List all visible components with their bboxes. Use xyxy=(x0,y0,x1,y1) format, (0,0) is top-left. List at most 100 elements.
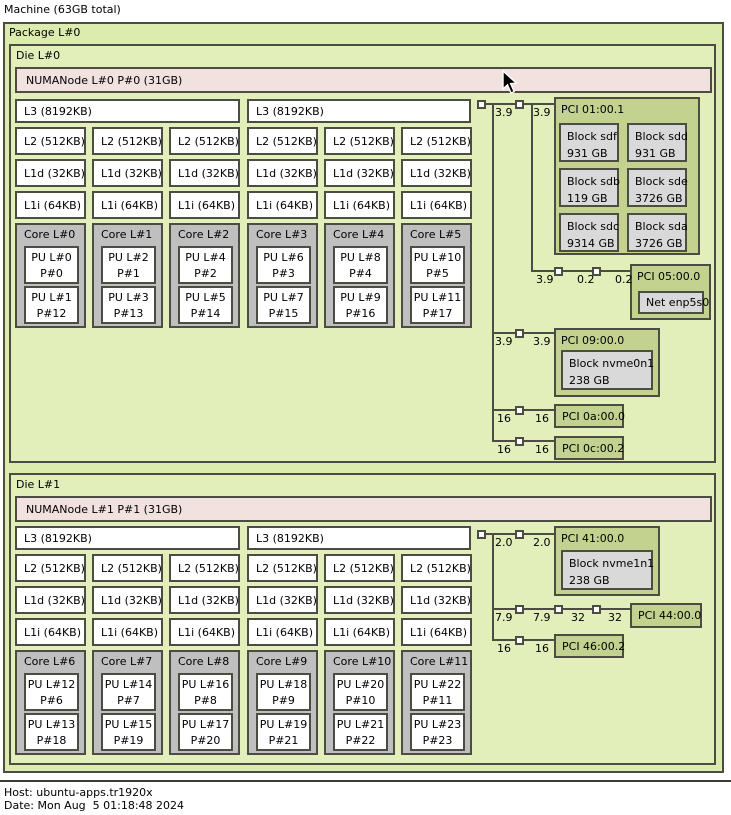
pu-p-label: P#19 xyxy=(113,734,144,747)
l1i-cache-label: L1i (64KB) xyxy=(410,198,468,212)
pu-box: PU L#4 P#2 xyxy=(178,246,233,284)
l2-cache-box: L2 (512KB) xyxy=(92,554,163,582)
l1i-cache-box: L1i (64KB) xyxy=(92,191,163,219)
l1i-cache-box: L1i (64KB) xyxy=(247,191,318,219)
l3-cache-box: L3 (8192KB) xyxy=(247,526,471,550)
l1d-cache-label: L1d (32KB) xyxy=(256,166,317,180)
link-speed-label: 32 xyxy=(608,611,622,624)
l2-cache-box: L2 (512KB) xyxy=(324,554,395,582)
pu-l-label: PU L#5 xyxy=(185,291,226,304)
pu-l-label: PU L#0 xyxy=(31,251,72,264)
l1i-cache-box: L1i (64KB) xyxy=(15,191,86,219)
block-size: 238 GB xyxy=(569,374,610,387)
core-box: Core L#2 PU L#4 P#2 PU L#5 P#14 xyxy=(169,223,240,328)
l1d-cache-label: L1d (32KB) xyxy=(410,166,471,180)
l2-cache-box: L2 (512KB) xyxy=(169,554,240,582)
pci-device-box: PCI 0a:00.0 xyxy=(554,404,625,428)
pu-l-label: PU L#10 xyxy=(413,251,462,264)
core-label: Core L#2 xyxy=(178,228,230,241)
net-device-box: Net enp5s0 xyxy=(638,291,709,314)
block-device-box: Block sdd 931 GB xyxy=(627,123,688,162)
l2-cache-box: L2 (512KB) xyxy=(401,127,472,155)
pu-l-label: PU L#3 xyxy=(108,291,149,304)
pu-l-label: PU L#21 xyxy=(336,718,385,731)
l1d-cache-box: L1d (32KB) xyxy=(247,586,318,614)
core-box: Core L#0 PU L#0 P#0 PU L#1 P#12 xyxy=(15,223,86,328)
pu-l-label: PU L#22 xyxy=(413,678,462,691)
block-device-box: Block sde 3726 GB xyxy=(627,168,688,207)
block-name: Block nvme1n1 xyxy=(569,557,655,570)
core-label: Core L#5 xyxy=(410,228,462,241)
bridge-square xyxy=(515,636,524,645)
pu-p-label: P#2 xyxy=(194,267,217,280)
pci-device-box: PCI 09:00.0 Block nvme0n1 238 GB xyxy=(554,328,660,397)
l2-cache-box: L2 (512KB) xyxy=(15,127,86,155)
host-label: Host: ubuntu-apps.tr1920x xyxy=(4,786,153,799)
pu-box: PU L#5 P#14 xyxy=(178,286,233,324)
pu-l-label: PU L#19 xyxy=(259,718,308,731)
l3-cache-label: L3 (8192KB) xyxy=(24,104,92,118)
l1i-cache-label: L1i (64KB) xyxy=(24,198,82,212)
l1i-cache-box: L1i (64KB) xyxy=(401,191,472,219)
block-device-box: Block sda 3726 GB xyxy=(627,213,688,252)
pu-box: PU L#22 P#11 xyxy=(410,673,465,711)
link-speed-label: 2.0 xyxy=(533,536,551,549)
pu-p-label: P#12 xyxy=(36,307,67,320)
bridge-square xyxy=(477,100,486,109)
pci-link-line xyxy=(531,104,533,272)
block-name: Block sda xyxy=(635,220,688,233)
link-speed-label: 0.2 xyxy=(615,273,633,286)
pci-device-label: PCI 01:00.1 xyxy=(561,103,625,116)
pu-l-label: PU L#7 xyxy=(263,291,304,304)
pu-box: PU L#2 P#1 xyxy=(101,246,156,284)
l3-cache-box: L3 (8192KB) xyxy=(247,99,471,123)
pu-l-label: PU L#18 xyxy=(259,678,308,691)
l1d-cache-box: L1d (32KB) xyxy=(92,586,163,614)
pu-box: PU L#16 P#8 xyxy=(178,673,233,711)
pu-box: PU L#17 P#20 xyxy=(178,713,233,751)
l2-cache-box: L2 (512KB) xyxy=(247,127,318,155)
l1d-cache-label: L1d (32KB) xyxy=(410,593,471,607)
link-speed-label: 16 xyxy=(535,412,549,425)
l3-cache-label: L3 (8192KB) xyxy=(256,531,324,545)
link-speed-label: 7.9 xyxy=(495,611,513,624)
l1d-cache-label: L1d (32KB) xyxy=(256,593,317,607)
link-speed-label: 7.9 xyxy=(533,611,551,624)
core-label: Core L#9 xyxy=(256,655,308,668)
block-name: Block sdf xyxy=(567,130,617,143)
pu-l-label: PU L#6 xyxy=(263,251,304,264)
die-box-1: Die L#1 NUMANode L#1 P#1 (31GB) L3 (8192… xyxy=(9,473,716,765)
core-label: Core L#4 xyxy=(333,228,385,241)
l1d-cache-box: L1d (32KB) xyxy=(324,159,395,187)
pci-device-label: PCI 44:00.0 xyxy=(638,609,702,622)
l1d-cache-label: L1d (32KB) xyxy=(333,593,394,607)
pu-box: PU L#12 P#6 xyxy=(24,673,79,711)
numanode-label: NUMANode L#1 P#1 (31GB) xyxy=(26,502,183,516)
pu-p-label: P#7 xyxy=(117,694,140,707)
block-size: 9314 GB xyxy=(567,237,615,250)
core-box: Core L#7 PU L#14 P#7 PU L#15 P#19 xyxy=(92,650,163,755)
package-label: Package L#0 xyxy=(9,26,81,39)
core-box: Core L#1 PU L#2 P#1 PU L#3 P#13 xyxy=(92,223,163,328)
l2-cache-label: L2 (512KB) xyxy=(333,561,394,575)
l1i-cache-label: L1i (64KB) xyxy=(178,198,236,212)
pu-p-label: P#20 xyxy=(190,734,221,747)
block-device-box: Block nvme1n1 238 GB xyxy=(561,550,655,590)
l1i-cache-label: L1i (64KB) xyxy=(101,625,159,639)
l2-cache-box: L2 (512KB) xyxy=(169,127,240,155)
pci-device-label: PCI 46:00.2 xyxy=(562,639,626,653)
core-label: Core L#0 xyxy=(24,228,76,241)
pu-box: PU L#8 P#4 xyxy=(333,246,388,284)
l1d-cache-label: L1d (32KB) xyxy=(333,166,394,180)
bridge-square xyxy=(515,530,524,539)
pci-device-box: PCI 0c:00.2 xyxy=(554,436,624,460)
l1d-cache-label: L1d (32KB) xyxy=(178,593,239,607)
block-size: 3726 GB xyxy=(635,237,683,250)
bridge-square xyxy=(515,437,524,446)
core-box: Core L#6 PU L#12 P#6 PU L#13 P#18 xyxy=(15,650,86,755)
core-label: Core L#3 xyxy=(256,228,308,241)
pu-p-label: P#4 xyxy=(349,267,372,280)
l2-cache-box: L2 (512KB) xyxy=(401,554,472,582)
pci-device-box: PCI 01:00.1 Block sdf 931 GB Block sdd 931… xyxy=(554,97,700,255)
date-label: Date: Mon Aug 5 01:18:48 2024 xyxy=(4,799,185,812)
